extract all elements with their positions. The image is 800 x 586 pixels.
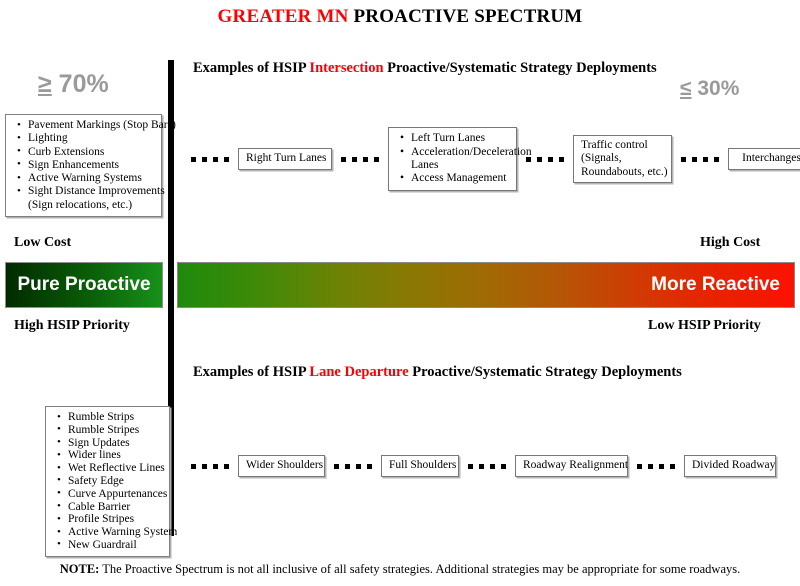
percent-right-value: 30%	[691, 77, 740, 100]
list-item: Active Warning System	[57, 526, 177, 539]
less-equal-operator: ≤	[680, 77, 692, 100]
flow-box-interchanges[interactable]: Interchanges	[728, 148, 800, 170]
list-item: Wet Reflective Lines	[57, 462, 165, 475]
proactive-strategies-lane-departure-box: Rumble Strips Rumble Stripes Sign Update…	[45, 406, 177, 557]
heading-intersection: Examples of HSIP Intersection Proactive/…	[193, 60, 657, 77]
list-item: Profile Stripes	[57, 513, 165, 526]
greater-equal-operator: ≥	[38, 70, 52, 98]
list-item: Rumble Strips	[57, 411, 165, 424]
footer-note-text: The Proactive Spectrum is not all inclus…	[99, 562, 741, 576]
label-low-cost: Low Cost	[14, 235, 72, 250]
pure-proactive-label: Pure Proactive	[17, 274, 151, 295]
flow-box-divided-roadway[interactable]: Divided Roadway	[684, 455, 776, 477]
list-item: Wider lines	[57, 449, 165, 462]
list-item: Lighting	[17, 132, 157, 146]
list-item: Left Turn Lanes	[400, 132, 509, 146]
dotted-connector-icon	[637, 463, 675, 469]
pure-proactive-bar: Pure Proactive	[5, 262, 163, 308]
proactive-strategies-intersection-list: Pavement Markings (Stop Bars) Lighting C…	[6, 115, 176, 216]
label-low-hsip-priority: Low HSIP Priority	[648, 318, 761, 333]
list-item: New Guardrail	[57, 538, 165, 552]
dotted-connector-icon	[191, 156, 229, 162]
page-title-highlight: GREATER MN	[217, 6, 349, 27]
flow-box-roadway-realignment[interactable]: Roadway Realignment	[515, 455, 628, 477]
label-high-cost: High Cost	[700, 235, 761, 250]
list-item: Sight Distance Improvements	[17, 185, 165, 199]
flow-box-right-turn-lanes[interactable]: Right Turn Lanes	[238, 148, 332, 170]
heading-intersection-prefix: Examples of HSIP	[193, 60, 310, 76]
list-item: Safety Edge	[57, 474, 165, 488]
page-title-rest: PROACTIVE SPECTRUM	[348, 6, 583, 27]
list-item: Curve Appurtenances	[57, 487, 167, 501]
label-high-hsip-priority: High HSIP Priority	[14, 318, 130, 333]
flow-row-lane-departure: Wider Shoulders Full Shoulders Roadway R…	[182, 451, 776, 481]
list-item: Rumble Stripes	[57, 423, 165, 437]
heading-lane-departure: Examples of HSIP Lane Departure Proactiv…	[193, 364, 682, 381]
dotted-connector-icon	[191, 463, 229, 469]
more-reactive-gradient-bar: More Reactive	[177, 262, 795, 308]
flow-box-left-turn-group[interactable]: Left Turn Lanes Acceleration/Deceleratio…	[388, 127, 532, 191]
percent-left-value: 70%	[51, 70, 109, 98]
flow-box-traffic-control[interactable]: Traffic control (Signals, Roundabouts, e…	[573, 134, 672, 184]
dotted-connector-icon	[681, 156, 719, 162]
flow-box-traffic-control-line3: Roundabouts, etc.)	[581, 165, 668, 178]
list-item: Lanes	[411, 159, 439, 171]
flow-box-traffic-control-line1: Traffic control	[581, 138, 648, 151]
flow-row-intersection: Right Turn Lanes Left Turn Lanes Acceler…	[182, 122, 800, 196]
more-reactive-label: More Reactive	[651, 274, 780, 295]
heading-lane-prefix: Examples of HSIP	[193, 364, 310, 380]
list-item: Sign Updates	[57, 436, 165, 450]
heading-lane-highlight: Lane Departure	[309, 364, 409, 380]
flow-box-full-shoulders[interactable]: Full Shoulders	[381, 455, 459, 477]
flow-box-left-turn-list: Left Turn Lanes Acceleration/Deceleratio…	[396, 131, 532, 187]
list-item: Curb Extensions	[17, 145, 157, 159]
proactive-strategies-lane-departure-list: Rumble Strips Rumble Stripes Sign Update…	[46, 407, 177, 556]
list-item: Active Warning Systems	[17, 172, 157, 186]
list-item: Sign Enhancements	[17, 158, 157, 172]
flow-box-traffic-control-line2: (Signals,	[581, 152, 622, 165]
flow-box-wider-shoulders[interactable]: Wider Shoulders	[238, 455, 325, 477]
percent-label-proactive: ≥ 70%	[38, 70, 109, 99]
heading-intersection-suffix: Proactive/Systematic Strategy Deployment…	[383, 60, 657, 76]
dotted-connector-icon	[468, 463, 506, 469]
heading-intersection-highlight: Intersection	[309, 60, 384, 76]
footer-note: NOTE: The Proactive Spectrum is not all …	[0, 562, 800, 577]
list-item: Cable Barrier	[57, 500, 165, 514]
heading-lane-suffix: Proactive/Systematic Strategy Deployment…	[408, 364, 682, 380]
dotted-connector-icon	[341, 156, 379, 162]
dotted-connector-icon	[334, 463, 372, 469]
list-item: Access Management	[400, 172, 509, 186]
percent-label-reactive: ≤ 30%	[680, 77, 739, 101]
list-item: Acceleration/Deceleration	[400, 146, 532, 160]
list-item: (Sign relocations, etc.)	[28, 198, 133, 211]
page-title: GREATER MN PROACTIVE SPECTRUM	[0, 6, 800, 28]
list-item: Pavement Markings (Stop Bars)	[17, 118, 176, 132]
footer-note-label: NOTE:	[59, 562, 100, 576]
proactive-strategies-intersection-box: Pavement Markings (Stop Bars) Lighting C…	[5, 114, 176, 218]
